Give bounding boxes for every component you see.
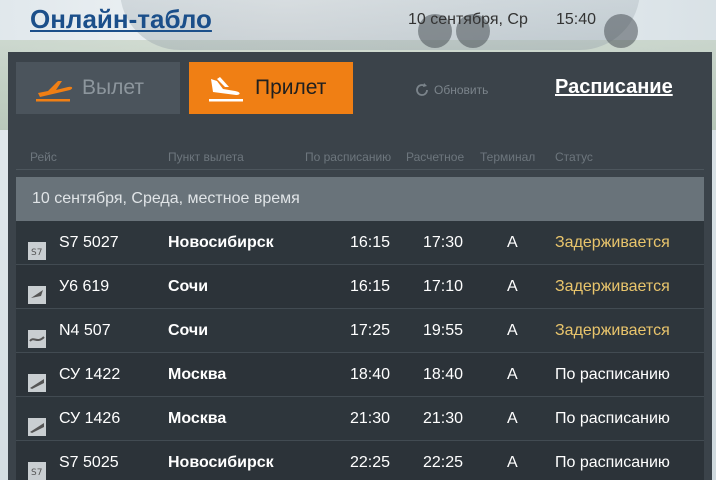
estimated-time: 18:40 — [423, 366, 464, 383]
nordwind-logo-icon — [28, 322, 46, 348]
header-divider — [16, 169, 704, 170]
column-header-status: Статус — [555, 150, 593, 164]
flight-status: Задерживается — [555, 278, 670, 295]
terminal: A — [507, 366, 518, 383]
tab-departures[interactable]: Вылет — [16, 62, 180, 114]
flight-status: Задерживается — [555, 234, 670, 251]
tab-arrivals-label: Прилет — [255, 76, 327, 99]
column-header-origin: Пункт вылета — [168, 150, 244, 164]
arrival-plane-icon — [205, 73, 251, 103]
estimated-time: 17:10 — [423, 278, 464, 295]
scheduled-time: 16:15 — [350, 278, 391, 295]
date-group-header: 10 сентября, Среда, местное время — [16, 177, 704, 221]
estimated-time: 21:30 — [423, 410, 464, 427]
page-header: Онлайн-табло 10 сентября, Ср 15:40 — [0, 0, 716, 40]
table-row[interactable]: СУ 1422 Москва 18:40 18:40 A По расписан… — [16, 353, 704, 397]
origin-city: Москва — [168, 366, 227, 383]
terminal: A — [507, 322, 518, 339]
column-header-terminal: Терминал — [480, 150, 536, 164]
schedule-link[interactable]: Расписание — [555, 76, 673, 99]
s7-logo-icon: S7 — [28, 234, 46, 260]
refresh-label: Обновить — [434, 83, 489, 97]
scheduled-time: 18:40 — [350, 366, 391, 383]
table-row[interactable]: S7 S7 5027 Новосибирск 16:15 17:30 A Зад… — [16, 221, 704, 265]
flight-status: По расписанию — [555, 454, 670, 471]
flight-number: N4 507 — [59, 322, 111, 339]
svg-text:S7: S7 — [31, 248, 42, 258]
table-row[interactable]: S7 S7 5025 Новосибирск 22:25 22:25 A По … — [16, 441, 704, 480]
flight-status: Задерживается — [555, 322, 670, 339]
svg-text:S7: S7 — [31, 468, 42, 478]
aeroflot-logo-icon — [28, 410, 46, 436]
column-header-scheduled: По расписанию — [305, 150, 392, 164]
page-title-link[interactable]: Онлайн-табло — [30, 4, 212, 35]
current-time: 15:40 — [556, 11, 597, 28]
origin-city: Новосибирск — [168, 234, 274, 251]
scheduled-time: 17:25 — [350, 322, 391, 339]
scheduled-time: 21:30 — [350, 410, 391, 427]
s7-logo-icon: S7 — [28, 454, 46, 480]
terminal: A — [507, 234, 518, 251]
flight-board: Вылет Прилет Обновить Расписание Рейс Пу… — [8, 52, 712, 480]
flight-status: По расписанию — [555, 366, 670, 383]
column-header-estimated: Расчетное — [406, 150, 465, 164]
refresh-button[interactable]: Обновить — [414, 82, 488, 98]
tab-departures-label: Вылет — [82, 76, 144, 99]
flight-number: S7 5027 — [59, 234, 119, 251]
origin-city: Сочи — [168, 322, 209, 339]
terminal: A — [507, 410, 518, 427]
estimated-time: 19:55 — [423, 322, 464, 339]
origin-city: Сочи — [168, 278, 209, 295]
departure-plane-icon — [32, 73, 78, 103]
table-row[interactable]: N4 507 Сочи 17:25 19:55 A Задерживается — [16, 309, 704, 353]
column-header-flight: Рейс — [30, 150, 57, 164]
terminal: A — [507, 278, 518, 295]
flight-status: По расписанию — [555, 410, 670, 427]
scheduled-time: 16:15 — [350, 234, 391, 251]
origin-city: Новосибирск — [168, 454, 274, 471]
flight-list: S7 S7 5027 Новосибирск 16:15 17:30 A Зад… — [16, 221, 704, 480]
ural-logo-icon — [28, 278, 46, 304]
table-row[interactable]: У6 619 Сочи 16:15 17:10 A Задерживается — [16, 265, 704, 309]
scheduled-time: 22:25 — [350, 454, 391, 471]
flight-number: СУ 1426 — [59, 410, 121, 427]
flight-number: S7 5025 — [59, 454, 119, 471]
aeroflot-logo-icon — [28, 366, 46, 392]
estimated-time: 17:30 — [423, 234, 464, 251]
current-date: 10 сентября, Ср — [408, 11, 528, 28]
tab-arrivals[interactable]: Прилет — [189, 62, 353, 114]
flight-number: У6 619 — [59, 278, 110, 295]
origin-city: Москва — [168, 410, 227, 427]
estimated-time: 22:25 — [423, 454, 464, 471]
flight-number: СУ 1422 — [59, 366, 121, 383]
terminal: A — [507, 454, 518, 471]
refresh-icon — [414, 82, 430, 98]
table-row[interactable]: СУ 1426 Москва 21:30 21:30 A По расписан… — [16, 397, 704, 441]
